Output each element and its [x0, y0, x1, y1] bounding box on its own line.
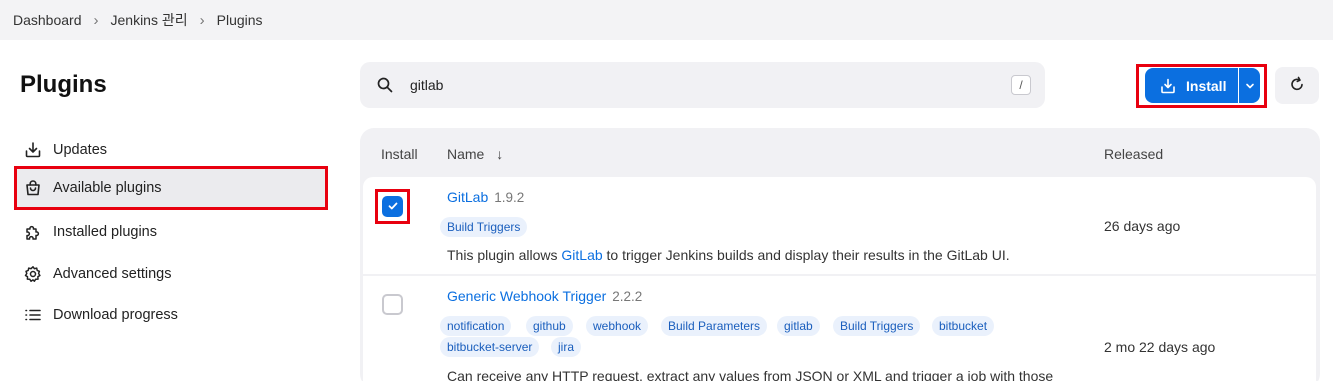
plugin-tag[interactable]: bitbucket: [932, 316, 995, 336]
plugin-tag[interactable]: webhook: [586, 316, 649, 336]
chevron-down-icon: [1245, 78, 1255, 94]
column-header-released: Released: [1104, 146, 1164, 162]
sidebar-item-download-progress[interactable]: Download progress: [14, 293, 328, 337]
plugin-tag[interactable]: gitlab: [777, 316, 820, 336]
released-value: 2 mo 22 days ago: [1104, 339, 1216, 355]
plugin-version: 2.2.2: [612, 289, 643, 304]
breadcrumb-dashboard[interactable]: Dashboard: [13, 12, 82, 28]
plugin-tag[interactable]: notification: [440, 316, 512, 336]
install-checkbox-generic-webhook-trigger[interactable]: [382, 294, 403, 315]
install-checkbox-gitlab[interactable]: [382, 196, 403, 217]
plugin-description: Can receive any HTTP request, extract an…: [447, 368, 1053, 381]
plugin-name[interactable]: Generic Webhook Trigger: [447, 288, 606, 304]
puzzle-icon: [22, 221, 44, 243]
install-button[interactable]: Install: [1145, 68, 1238, 103]
description-text: Can receive any HTTP request, extract an…: [447, 368, 1054, 381]
sidebar-item-label: Download progress: [53, 307, 178, 323]
released-value: 26 days ago: [1104, 218, 1181, 234]
plugin-tag[interactable]: github: [526, 316, 573, 336]
list-icon: [22, 304, 44, 326]
description-text: to trigger Jenkins builds and display th…: [602, 247, 1010, 263]
plugin-tag[interactable]: Build Parameters: [661, 316, 768, 336]
refresh-button[interactable]: [1275, 67, 1319, 104]
breadcrumb: Dashboard › Jenkins 관리 › Plugins: [0, 0, 1333, 40]
plugin-name[interactable]: GitLab: [447, 189, 488, 205]
download-icon: [22, 139, 44, 161]
search-value: gitlab: [410, 77, 444, 93]
sidebar-item-label: Updates: [53, 142, 108, 158]
plugin-name-link[interactable]: GitLab 1.9.2: [447, 189, 524, 205]
install-label: Install: [1186, 77, 1227, 94]
shopping-bag-icon: [22, 177, 44, 199]
search-icon: [376, 76, 394, 94]
search-shortcut-hint: /: [1011, 75, 1031, 95]
sidebar-item-advanced-settings[interactable]: Advanced settings: [14, 252, 328, 296]
plugin-name-link[interactable]: Generic Webhook Trigger 2.2.2: [447, 288, 642, 304]
plugin-tag[interactable]: Build Triggers: [833, 316, 921, 336]
sort-arrow-icon: ↓: [496, 146, 504, 162]
sidebar-item-label: Available plugins: [53, 180, 162, 196]
plugin-description: This plugin allows GitLab to trigger Jen…: [447, 247, 1010, 263]
refresh-icon: [1289, 76, 1305, 95]
search-input[interactable]: gitlab /: [360, 62, 1045, 108]
plugin-tag[interactable]: jira: [551, 337, 582, 357]
description-link[interactable]: GitLab: [561, 247, 602, 263]
sidebar-item-label: Advanced settings: [53, 266, 172, 282]
sidebar-item-label: Installed plugins: [53, 224, 157, 240]
download-icon: [1160, 78, 1176, 94]
column-header-install: Install: [381, 146, 418, 162]
column-header-name-label: Name: [447, 146, 485, 162]
plugin-version: 1.9.2: [494, 190, 525, 205]
chevron-right-icon: ›: [93, 11, 99, 29]
plugin-tag[interactable]: Build Triggers: [440, 217, 528, 237]
gear-icon: [22, 263, 44, 285]
description-text: This plugin allows: [447, 247, 562, 263]
breadcrumb-plugins[interactable]: Plugins: [217, 12, 263, 28]
chevron-right-icon: ›: [199, 11, 205, 29]
plugin-tag[interactable]: bitbucket-server: [440, 337, 540, 357]
page-title: Plugins: [20, 71, 107, 98]
sidebar-item-installed-plugins[interactable]: Installed plugins: [14, 210, 328, 254]
column-header-name[interactable]: Name ↓: [447, 146, 503, 162]
checkmark-icon: [387, 199, 399, 215]
install-dropdown-button[interactable]: [1239, 68, 1260, 103]
breadcrumb-jenkins-manage[interactable]: Jenkins 관리: [111, 10, 188, 30]
sidebar-item-available-plugins[interactable]: Available plugins: [14, 166, 328, 210]
